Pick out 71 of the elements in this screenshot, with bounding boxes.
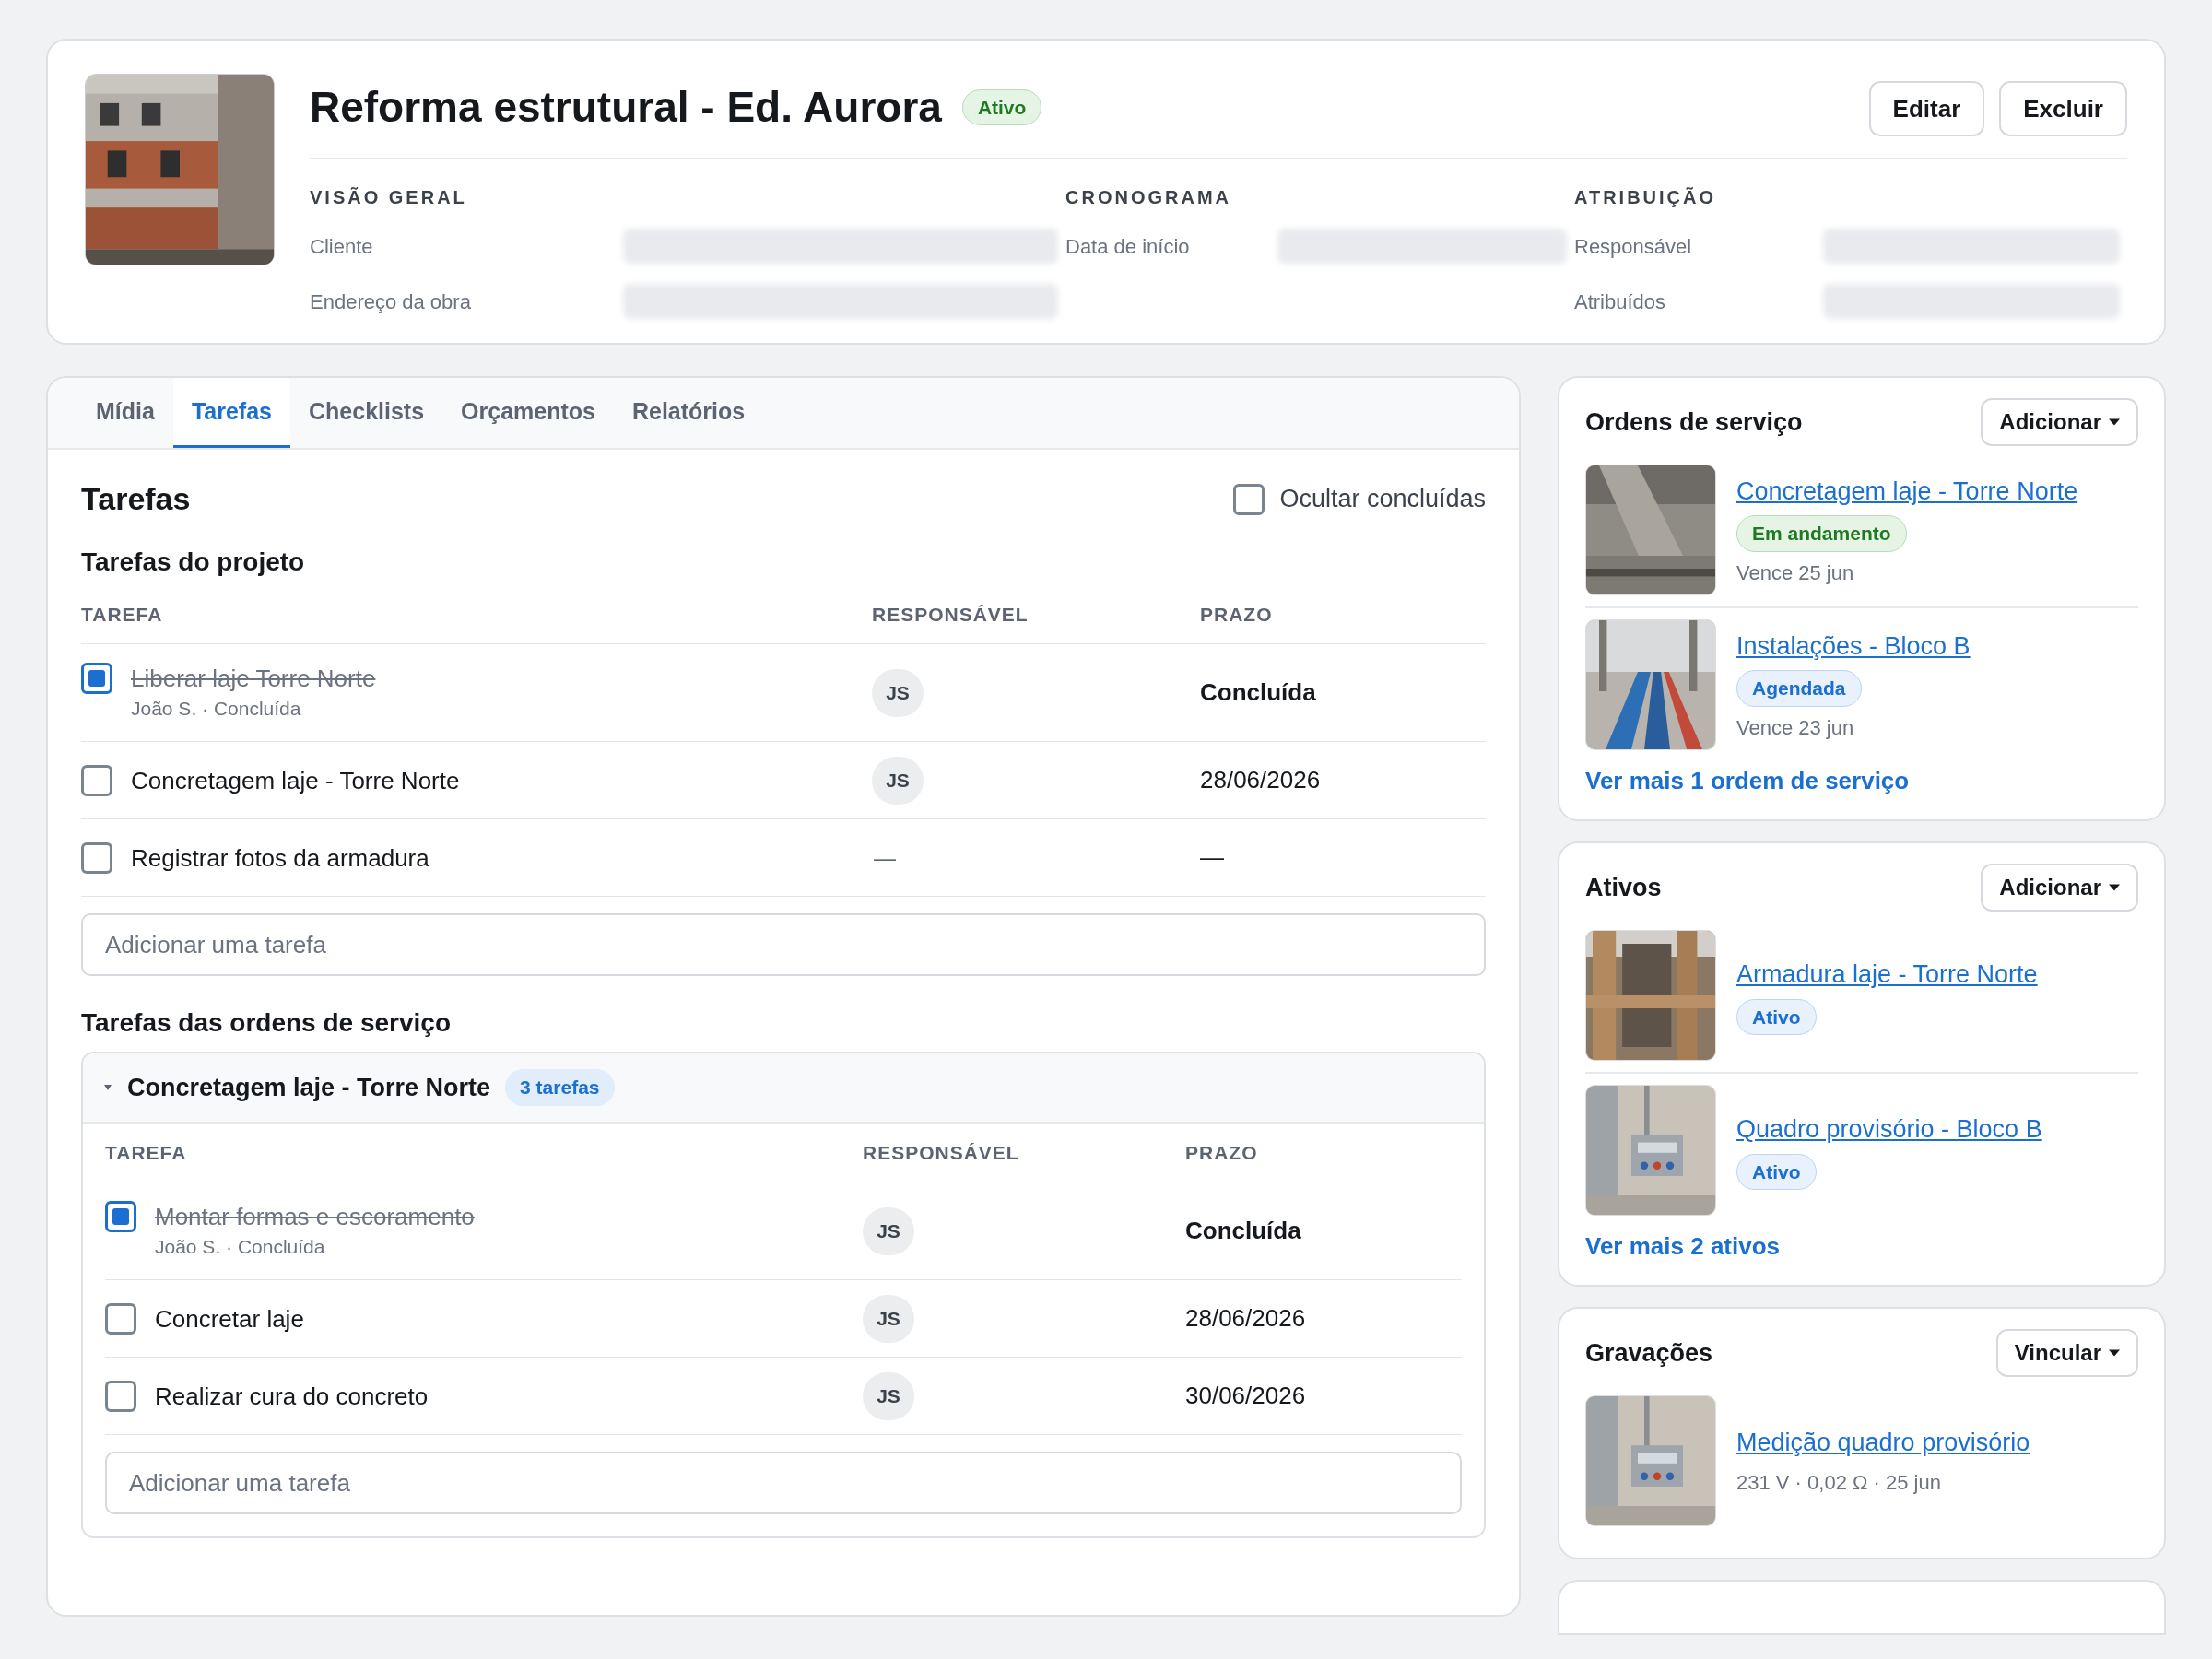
column-header: TAREFA xyxy=(81,602,164,627)
status-badge: Ativo xyxy=(1736,1153,1817,1190)
card-title: Ordens de serviço xyxy=(1585,406,1803,438)
panel-title: Tarefas xyxy=(81,480,191,518)
item-note: 231 V · 0,02 Ω · 25 jun xyxy=(1736,1469,1941,1496)
item-link[interactable]: Medição quadro provisório xyxy=(1736,1424,2030,1462)
action-button[interactable]: Excluir xyxy=(1999,81,2127,136)
task-title: Montar formas e escoramento xyxy=(155,1201,475,1232)
field-label: Responsável xyxy=(1574,233,1693,260)
column-header: TAREFA xyxy=(105,1140,188,1165)
count-badge: 3 tarefas xyxy=(505,1069,615,1106)
assignee-avatar: JS xyxy=(872,756,924,805)
project-title: Reforma estrutural - Ed. Aurora xyxy=(310,82,942,133)
due-date: — xyxy=(1200,842,1225,873)
task-meta: João S. · Concluída xyxy=(155,1234,326,1259)
item-note: Vence 23 jun xyxy=(1736,714,1854,741)
add-task-field[interactable]: Adicionar uma tarefa xyxy=(81,913,1486,976)
due-date: Concluída xyxy=(1200,677,1317,708)
item-note: Vence 25 jun xyxy=(1736,559,1854,586)
field-label: Cliente xyxy=(310,233,374,260)
due-date: 28/06/2026 xyxy=(1200,765,1322,795)
task-meta: João S. · Concluída xyxy=(131,696,302,721)
section-heading: VISÃO GERAL xyxy=(310,186,468,209)
checkbox-label: Ocultar concluídas xyxy=(1279,484,1486,515)
card-title: Gravações xyxy=(1585,1337,1713,1369)
dropdown-button[interactable]: Adicionar xyxy=(1981,864,2138,912)
item-link[interactable]: Concretagem laje - Torre Norte xyxy=(1736,472,2078,510)
tab[interactable]: Checklists xyxy=(290,378,443,448)
tab[interactable]: Tarefas xyxy=(172,378,290,448)
task-title: Realizar cura do concreto xyxy=(155,1381,429,1412)
assignee-empty: — xyxy=(873,844,896,870)
dropdown-button[interactable]: Vincular xyxy=(1995,1329,2138,1377)
card-title: Ativos xyxy=(1585,872,1662,903)
see-more-link[interactable]: Ver mais 2 ativos xyxy=(1585,1229,2138,1265)
see-more-link[interactable]: Ver mais 1 ordem de serviço xyxy=(1585,763,2138,799)
due-date: 28/06/2026 xyxy=(1185,1303,1307,1334)
section-title: Tarefas das ordens de serviço xyxy=(81,1007,452,1039)
field-label: Endereço da obra xyxy=(310,288,472,315)
section-heading: CRONOGRAMA xyxy=(1065,186,1232,209)
due-date: 30/06/2026 xyxy=(1185,1381,1307,1411)
field-label: Data de início xyxy=(1065,233,1191,260)
status-badge: Agendada xyxy=(1736,670,1862,707)
task-title: Registrar fotos da armadura xyxy=(131,842,429,874)
group-title: Concretagem laje - Torre Norte xyxy=(127,1072,491,1103)
section-heading: ATRIBUIÇÃO xyxy=(1574,186,1718,209)
dropdown-button[interactable]: Adicionar xyxy=(1981,398,2138,446)
section-title: Tarefas do projeto xyxy=(81,547,306,578)
status-badge: Ativo xyxy=(1736,998,1817,1035)
tab[interactable]: Mídia xyxy=(77,378,173,448)
field-label: Atribuídos xyxy=(1574,288,1667,315)
assignee-avatar: JS xyxy=(872,668,924,717)
task-title: Concretar laje xyxy=(155,1303,304,1335)
column-header: RESPONSÁVEL xyxy=(863,1140,1020,1165)
assignee-avatar: JS xyxy=(863,1294,914,1343)
tab[interactable]: Relatórios xyxy=(613,378,764,448)
action-button[interactable]: Editar xyxy=(1868,81,1985,136)
column-header: PRAZO xyxy=(1185,1140,1259,1165)
status-badge: Em andamento xyxy=(1736,515,1907,552)
assignee-avatar: JS xyxy=(863,1371,914,1420)
tab[interactable]: Orçamentos xyxy=(442,378,614,448)
item-link[interactable]: Instalações - Bloco B xyxy=(1736,627,1971,665)
task-title: Liberar laje Torre Norte xyxy=(131,663,376,694)
column-header: RESPONSÁVEL xyxy=(872,602,1030,627)
item-link[interactable]: Armadura laje - Torre Norte xyxy=(1736,956,2038,994)
assignee-avatar: JS xyxy=(863,1206,914,1255)
column-header: PRAZO xyxy=(1200,602,1274,627)
task-title: Concretagem laje - Torre Norte xyxy=(131,765,460,796)
item-link[interactable]: Quadro provisório - Bloco B xyxy=(1736,1111,2042,1148)
add-task-field[interactable]: Adicionar uma tarefa xyxy=(105,1452,1462,1514)
status-badge: Ativo xyxy=(961,88,1042,126)
due-date: Concluída xyxy=(1185,1216,1302,1246)
